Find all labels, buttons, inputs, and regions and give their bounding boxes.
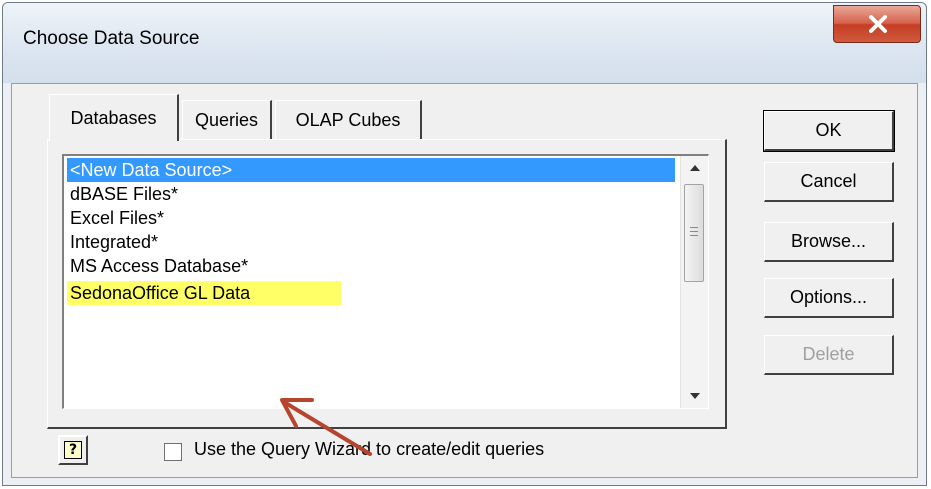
scroll-up-arrow-icon bbox=[689, 165, 700, 171]
grip-line bbox=[690, 231, 698, 232]
options-button[interactable]: Options... bbox=[764, 278, 894, 318]
close-icon bbox=[869, 15, 887, 33]
tab-queries-label: Queries bbox=[194, 110, 259, 130]
list-item[interactable]: dBASE Files* bbox=[67, 182, 178, 206]
help-icon: ? bbox=[64, 441, 82, 459]
dialog-window: Choose Data Source Databases Queries OLA… bbox=[2, 2, 927, 486]
annotation-arrow-icon bbox=[280, 398, 372, 456]
close-button[interactable] bbox=[833, 5, 921, 43]
vertical-scrollbar[interactable] bbox=[680, 156, 708, 408]
grip-line bbox=[690, 227, 698, 228]
list-item[interactable]: MS Access Database* bbox=[67, 254, 248, 278]
grip-line bbox=[690, 235, 698, 236]
window-title: Choose Data Source bbox=[23, 28, 200, 49]
cancel-button[interactable]: Cancel bbox=[764, 162, 894, 202]
scroll-down-arrow-icon bbox=[689, 393, 700, 399]
list-item[interactable]: <New Data Source> bbox=[67, 158, 675, 182]
title-bar[interactable]: Choose Data Source bbox=[3, 3, 926, 83]
scroll-thumb[interactable] bbox=[684, 184, 704, 282]
list-item[interactable]: Integrated* bbox=[67, 230, 158, 254]
query-wizard-checkbox[interactable] bbox=[164, 443, 182, 461]
tab-olap-cubes[interactable]: OLAP Cubes bbox=[275, 100, 422, 140]
help-button[interactable]: ? bbox=[58, 435, 88, 465]
dialog-body: Databases Queries OLAP Cubes <New Data S… bbox=[11, 83, 918, 478]
tab-databases-label: Databases bbox=[70, 107, 157, 128]
tab-queries[interactable]: Queries bbox=[182, 100, 272, 140]
scroll-up-button[interactable] bbox=[681, 156, 708, 180]
ok-button[interactable]: OK bbox=[763, 110, 895, 152]
list-item-highlighted[interactable]: SedonaOffice GL Data bbox=[67, 281, 341, 305]
delete-button: Delete bbox=[764, 335, 894, 375]
tab-olap-cubes-label: OLAP Cubes bbox=[295, 110, 401, 130]
browse-button[interactable]: Browse... bbox=[764, 222, 894, 262]
data-source-list[interactable]: <New Data Source> dBASE Files* Excel Fil… bbox=[62, 154, 709, 409]
tab-databases[interactable]: Databases bbox=[49, 94, 179, 141]
list-item[interactable]: Excel Files* bbox=[67, 206, 164, 230]
scroll-down-button[interactable] bbox=[681, 384, 708, 408]
